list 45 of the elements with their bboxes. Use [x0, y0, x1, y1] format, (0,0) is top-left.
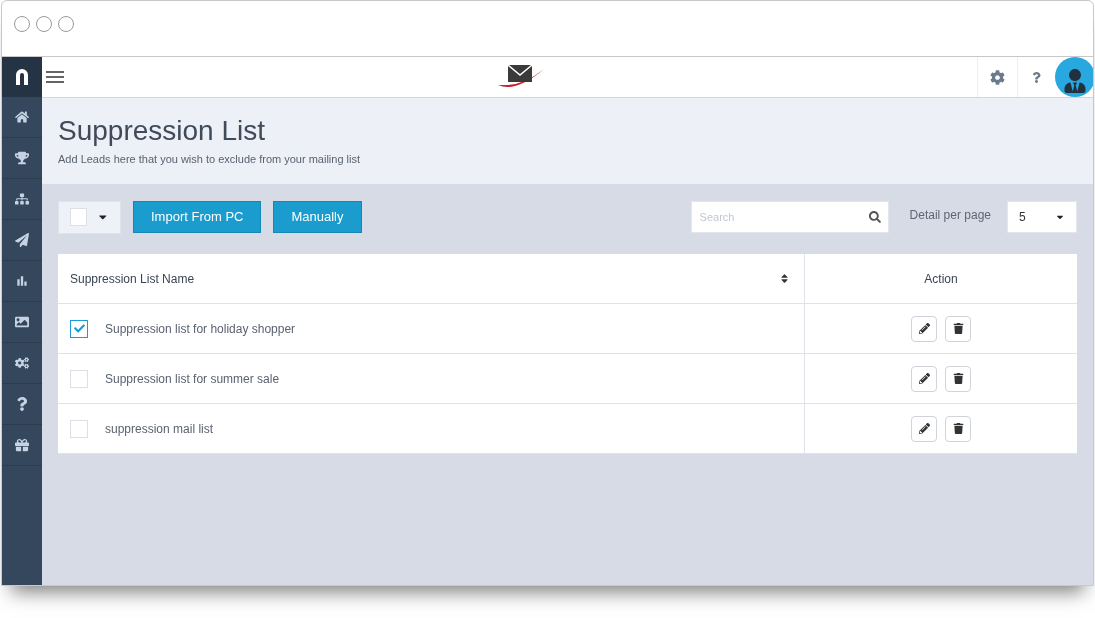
delete-button[interactable] [945, 365, 971, 392]
list-name-cell-text: Suppression list for summer sale [105, 370, 280, 388]
delete-button[interactable] [945, 415, 971, 442]
image-icon[interactable] [15, 315, 29, 329]
checkbox[interactable] [70, 319, 88, 338]
settings-icon[interactable] [990, 69, 1005, 85]
per-page-select[interactable]: 5 [1007, 201, 1077, 233]
pencil-icon [918, 373, 930, 384]
gears-icon[interactable] [15, 356, 29, 370]
column-header: Suppression List Name [70, 270, 195, 288]
gift-icon[interactable] [15, 438, 29, 452]
trophy-icon[interactable] [15, 151, 29, 165]
page-subtitle: Add Leads here that you wish to exclude from your mailing list [58, 152, 362, 167]
column-header: Action [924, 270, 958, 288]
edit-button[interactable] [911, 415, 937, 442]
edit-button[interactable] [911, 315, 937, 342]
search-icon [868, 211, 881, 223]
list-name-cell-text: suppression mail list [105, 420, 214, 438]
help-icon[interactable] [15, 397, 29, 411]
check-icon [73, 323, 85, 334]
list-name-cell-text: Suppression list for holiday shopper [105, 320, 296, 338]
trash-icon [952, 373, 964, 384]
help-icon[interactable] [1031, 71, 1042, 83]
trash-icon [952, 423, 964, 434]
sort-icon[interactable] [779, 273, 790, 284]
per-page-label: Detail per page [909, 207, 991, 224]
manual-add-button[interactable]: Manually [273, 201, 362, 233]
pencil-icon [918, 323, 930, 334]
page-title: Suppression List [58, 114, 266, 148]
window-control[interactable] [58, 16, 74, 32]
avatar[interactable] [1055, 57, 1093, 97]
menu-icon[interactable] [46, 70, 64, 84]
search-field[interactable]: Search [690, 201, 889, 233]
user-silhouette-icon [1063, 69, 1087, 93]
bar-chart-icon[interactable] [15, 274, 29, 288]
delete-button[interactable] [945, 315, 971, 342]
edit-button[interactable] [911, 365, 937, 392]
paper-plane-icon[interactable] [15, 233, 29, 247]
sitemap-icon[interactable] [15, 192, 29, 206]
home-icon[interactable] [15, 110, 29, 124]
trash-icon [952, 323, 964, 334]
import-button[interactable]: Import From PC [133, 201, 262, 233]
window-control[interactable] [14, 16, 30, 32]
pencil-icon [918, 423, 930, 434]
window-control[interactable] [36, 16, 52, 32]
